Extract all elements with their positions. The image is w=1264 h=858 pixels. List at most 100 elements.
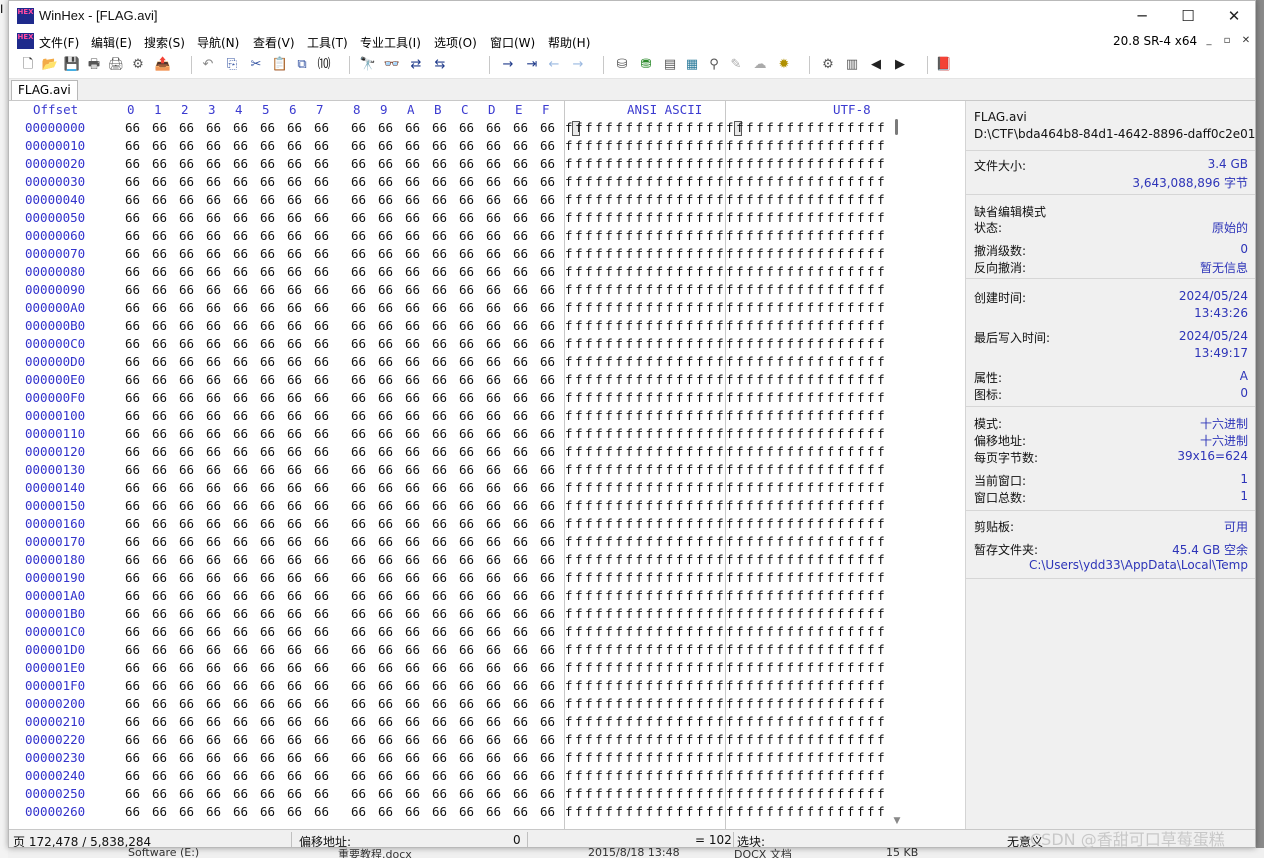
hex-byte[interactable]: 66 [152, 227, 167, 245]
hex-byte[interactable]: 66 [540, 533, 555, 551]
hex-byte[interactable]: 66 [378, 605, 393, 623]
hex-byte[interactable]: 66 [206, 749, 221, 767]
hex-byte[interactable]: 66 [351, 227, 366, 245]
hex-byte[interactable]: 66 [233, 227, 248, 245]
hex-byte[interactable]: 66 [125, 479, 140, 497]
hex-byte[interactable]: 66 [459, 641, 474, 659]
hex-byte[interactable]: 66 [459, 155, 474, 173]
ansi-text[interactable]: ffffffffffffffff [565, 119, 726, 137]
ansi-text[interactable]: ffffffffffffffff [565, 407, 726, 425]
hex-byte[interactable]: 66 [287, 155, 302, 173]
hex-byte[interactable]: 66 [314, 785, 329, 803]
ansi-text[interactable]: ffffffffffffffff [565, 659, 726, 677]
goto-page-icon[interactable]: ⇥ [523, 56, 541, 74]
hex-byte[interactable]: 66 [540, 605, 555, 623]
utf8-text[interactable]: ffffffffffffffff [726, 209, 887, 227]
hex-byte[interactable]: 66 [540, 371, 555, 389]
utf8-text[interactable]: ffffffffffffffff [726, 731, 887, 749]
menu-window[interactable]: 窗口(W) [490, 34, 535, 51]
scrollbar-thumb[interactable] [895, 119, 898, 135]
hex-byte[interactable]: 66 [233, 137, 248, 155]
hex-byte[interactable]: 66 [179, 551, 194, 569]
hex-byte[interactable]: 66 [405, 191, 420, 209]
hex-byte[interactable]: 66 [233, 605, 248, 623]
hex-byte[interactable]: 66 [152, 587, 167, 605]
hex-byte[interactable]: 66 [378, 551, 393, 569]
hex-byte[interactable]: 66 [260, 389, 275, 407]
hex-byte[interactable]: 66 [233, 767, 248, 785]
hex-byte[interactable]: 66 [459, 389, 474, 407]
hex-byte[interactable]: 66 [405, 497, 420, 515]
hex-byte[interactable]: 66 [378, 335, 393, 353]
hex-byte[interactable]: 66 [179, 569, 194, 587]
hex-byte[interactable]: 66 [314, 263, 329, 281]
hex-byte[interactable]: 66 [405, 713, 420, 731]
hex-byte[interactable]: 66 [233, 695, 248, 713]
menu-view[interactable]: 查看(V) [253, 34, 295, 51]
hex-byte[interactable]: 66 [459, 245, 474, 263]
hex-byte[interactable]: 66 [179, 587, 194, 605]
hex-byte[interactable]: 66 [459, 209, 474, 227]
hex-byte[interactable]: 66 [513, 551, 528, 569]
hex-byte[interactable]: 66 [125, 155, 140, 173]
hex-byte[interactable]: 66 [179, 461, 194, 479]
hex-byte[interactable]: 66 [314, 479, 329, 497]
hex-byte[interactable]: 66 [378, 119, 393, 137]
print-icon[interactable]: 🖶 [85, 56, 103, 74]
hex-byte[interactable]: 66 [260, 749, 275, 767]
hex-byte[interactable]: 66 [314, 605, 329, 623]
utf8-text[interactable]: ffffffffffffffff [726, 515, 887, 533]
document-system-icon[interactable]: HEX [17, 33, 34, 49]
hex-byte[interactable]: 66 [513, 695, 528, 713]
hex-byte[interactable]: 66 [260, 785, 275, 803]
hex-byte[interactable]: 66 [287, 713, 302, 731]
hex-byte[interactable]: 66 [351, 695, 366, 713]
hex-byte[interactable]: 66 [351, 605, 366, 623]
hex-byte[interactable]: 66 [125, 803, 140, 821]
hex-byte[interactable]: 66 [405, 407, 420, 425]
hex-byte[interactable]: 66 [152, 785, 167, 803]
hex-byte[interactable]: 66 [260, 731, 275, 749]
hex-byte[interactable]: 66 [233, 425, 248, 443]
hex-byte[interactable]: 66 [314, 299, 329, 317]
hex-byte[interactable]: 66 [486, 335, 501, 353]
hex-byte[interactable]: 66 [233, 389, 248, 407]
hex-byte[interactable]: 66 [540, 551, 555, 569]
hex-byte[interactable]: 66 [152, 263, 167, 281]
hex-byte[interactable]: 66 [351, 425, 366, 443]
hex-byte[interactable]: 66 [314, 803, 329, 821]
hex-byte[interactable]: 66 [179, 119, 194, 137]
hex-byte[interactable]: 66 [152, 371, 167, 389]
hex-byte[interactable]: 66 [513, 515, 528, 533]
hex-byte[interactable]: 66 [351, 461, 366, 479]
hex-byte[interactable]: 66 [486, 605, 501, 623]
hex-byte[interactable]: 66 [233, 533, 248, 551]
hex-byte[interactable]: 66 [179, 173, 194, 191]
hex-byte[interactable]: 66 [513, 155, 528, 173]
hex-byte[interactable]: 66 [179, 605, 194, 623]
hex-byte[interactable]: 66 [314, 317, 329, 335]
hex-byte[interactable]: 66 [206, 155, 221, 173]
utf8-text[interactable]: ffffffffffffffff [726, 803, 887, 821]
hex-byte[interactable]: 66 [540, 425, 555, 443]
hex-byte[interactable]: 66 [378, 155, 393, 173]
hex-byte[interactable]: 66 [378, 425, 393, 443]
goto-offset-icon[interactable]: → [499, 56, 517, 74]
hex-byte[interactable]: 66 [179, 209, 194, 227]
hex-byte[interactable]: 66 [179, 713, 194, 731]
hex-byte[interactable]: 66 [351, 173, 366, 191]
hex-byte[interactable]: 66 [405, 371, 420, 389]
hex-byte[interactable]: 66 [540, 335, 555, 353]
hex-byte[interactable]: 66 [152, 119, 167, 137]
doc-restore-button[interactable]: ▫ [1219, 33, 1235, 49]
hex-byte[interactable]: 66 [378, 317, 393, 335]
utf8-text[interactable]: ffffffffffffffff [726, 191, 887, 209]
hex-byte[interactable]: 66 [152, 191, 167, 209]
hex-byte[interactable]: 66 [540, 353, 555, 371]
hex-byte[interactable]: 66 [125, 335, 140, 353]
hex-byte[interactable]: 66 [405, 137, 420, 155]
hex-byte[interactable]: 66 [260, 551, 275, 569]
hex-byte[interactable]: 66 [432, 263, 447, 281]
hex-byte[interactable]: 66 [378, 533, 393, 551]
utf8-text[interactable]: ffffffffffffffff [726, 659, 887, 677]
